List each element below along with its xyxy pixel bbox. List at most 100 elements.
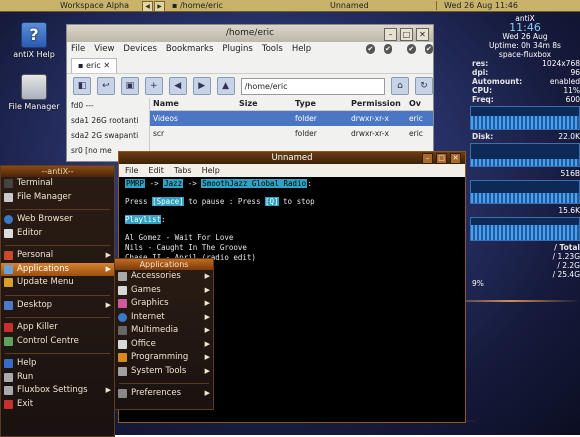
maximize-icon[interactable]: □ (436, 153, 447, 164)
menu-item-app-killer[interactable]: App Killer (1, 321, 114, 335)
menu-item-web-browser[interactable]: Web Browser (1, 213, 114, 227)
menu-item-editor[interactable]: Editor (1, 227, 114, 241)
up-icon[interactable]: ▲ (216, 77, 235, 95)
submenu-item-internet[interactable]: Internet ▶ (115, 311, 213, 325)
menu-item-update-menu[interactable]: Update Menu (1, 276, 114, 290)
terminal-output[interactable]: PMRP -> Jazz -> SmoothJazz Global Radio:… (119, 177, 465, 265)
check-icon[interactable]: ✔ (383, 44, 393, 54)
close-tab-icon[interactable]: ✕ (103, 61, 110, 70)
new-window-icon[interactable]: ▣ (120, 77, 139, 95)
window-title: /home/eric (225, 28, 275, 38)
folder-icon (4, 192, 13, 202)
clock: Wed 26 Aug 11:46 (444, 0, 518, 11)
path-input[interactable]: /home/eric (240, 77, 386, 95)
menu-plugins[interactable]: Plugins (222, 42, 252, 57)
column-permission[interactable]: Permission (351, 98, 409, 110)
tab-eric[interactable]: ▪ eric ✕ (71, 57, 118, 73)
killer-icon (4, 323, 13, 332)
desktop-icon-label: antiX Help (13, 50, 55, 59)
submenu-arrow-icon: ▶ (204, 353, 210, 361)
table-row[interactable]: scr folder drwxr-xr-x eric (150, 126, 433, 141)
percent-row: 9% (472, 279, 484, 288)
minimize-icon[interactable]: – (422, 153, 433, 164)
submenu-item-system-tools[interactable]: System Tools ▶ (115, 365, 213, 379)
menu-file[interactable]: File (125, 164, 138, 177)
menu-item-run[interactable]: Run (1, 371, 114, 385)
refresh-icon[interactable]: ↻ (415, 77, 433, 95)
menu-item-fluxbox-settings[interactable]: Fluxbox Settings ▶ (1, 384, 114, 398)
new-tab-icon[interactable]: + (144, 77, 163, 95)
close-icon[interactable]: ✕ (416, 28, 429, 41)
submenu-item-accessories[interactable]: Accessories ▶ (115, 270, 213, 284)
menu-item-exit[interactable]: Exit (1, 398, 114, 412)
window-controls: – □ ✕ (384, 28, 429, 41)
disk-row: Disk: 22.0K (472, 132, 580, 141)
task-terminal[interactable]: Unnamed (330, 0, 369, 11)
menu-devices[interactable]: Devices (123, 42, 157, 57)
submenu-arrow-icon: ▶ (105, 386, 111, 394)
submenu-item-graphics[interactable]: Graphics ▶ (115, 297, 213, 311)
menu-file[interactable]: File (71, 42, 85, 57)
prev-workspace-icon[interactable]: ◀ (142, 1, 153, 12)
minimize-icon[interactable]: – (384, 28, 397, 41)
window-manager: space-fluxbox (498, 50, 552, 59)
submenu-item-preferences[interactable]: Preferences ▶ (115, 387, 213, 401)
device-item[interactable]: sda2 2G swapanti (67, 128, 149, 143)
table-row[interactable]: Videos folder drwxr-xr-x eric (150, 111, 433, 126)
submenu-item-programming[interactable]: Programming ▶ (115, 351, 213, 365)
device-item[interactable]: fd0 --- (67, 98, 149, 113)
menu-item-personal[interactable]: Personal ▶ (1, 249, 114, 263)
submenu-item-games[interactable]: Games ▶ (115, 284, 213, 298)
office-icon (118, 339, 127, 349)
menu-view[interactable]: View (94, 42, 114, 57)
stat-row: Automount: enabled (472, 77, 580, 86)
menu-edit[interactable]: Edit (148, 164, 164, 177)
menu-item-file-manager[interactable]: File Manager (1, 191, 114, 205)
column-type[interactable]: Type (295, 98, 351, 110)
stat-row: dpi: 96 (472, 68, 580, 77)
desktop-icon-file-manager[interactable]: File Manager (6, 74, 62, 111)
menu-item-desktop[interactable]: Desktop ▶ (1, 299, 114, 313)
workspace-switcher: ◀ ▶ (142, 1, 165, 12)
window-titlebar[interactable]: Unnamed – □ ✕ (119, 152, 465, 164)
submenu-item-office[interactable]: Office ▶ (115, 338, 213, 352)
divider (5, 348, 110, 354)
time-label: 11:46 (494, 1, 518, 10)
submenu-item-multimedia[interactable]: Multimedia ▶ (115, 324, 213, 338)
menu-help[interactable]: Help (292, 42, 311, 57)
back-arrow-icon[interactable]: ◀ (168, 77, 187, 95)
menu-tabs[interactable]: Tabs (174, 164, 192, 177)
submenu-arrow-icon: ▶ (204, 285, 210, 294)
column-size[interactable]: Size (239, 98, 295, 110)
window-titlebar[interactable]: /home/eric – □ ✕ (67, 25, 433, 42)
games-icon (118, 285, 127, 295)
menu-item-control-centre[interactable]: Control Centre (1, 335, 114, 349)
multimedia-icon (118, 326, 127, 335)
total-row: / 1.23G (552, 252, 580, 261)
column-name[interactable]: Name (150, 98, 239, 110)
menu-item-applications[interactable]: Applications ▶ (1, 262, 114, 276)
divider (5, 204, 110, 210)
menu-help[interactable]: Help (202, 164, 220, 177)
menu-item-terminal[interactable]: Terminal (1, 177, 114, 191)
workspace-name[interactable]: Workspace Alpha (60, 0, 129, 11)
device-item[interactable]: sda1 26G rootanti (67, 113, 149, 128)
net-row: 516B (560, 169, 580, 178)
desktop-icon-label: File Manager (8, 102, 60, 111)
maximize-icon[interactable]: □ (400, 28, 413, 41)
check-icon[interactable]: ✔ (424, 44, 434, 54)
menu-tools[interactable]: Tools (262, 42, 283, 57)
forward-arrow-icon[interactable]: ▶ (192, 77, 211, 95)
task-file-manager[interactable]: ▪ /home/eric (172, 0, 223, 11)
file-manager-window: /home/eric – □ ✕ File View Devices Bookm… (66, 24, 434, 162)
back-icon[interactable]: ◧ (73, 77, 91, 95)
check-icon[interactable]: ✔ (407, 44, 416, 54)
undo-icon[interactable]: ↩ (96, 77, 115, 95)
menu-item-help[interactable]: Help (1, 357, 114, 371)
home-icon[interactable]: ⌂ (391, 77, 409, 95)
close-icon[interactable]: ✕ (450, 153, 461, 164)
column-owner[interactable]: Ov (409, 98, 429, 110)
desktop-icon-help[interactable]: ? antiX Help (6, 22, 62, 59)
check-icon[interactable]: ✔ (366, 44, 375, 54)
menu-bookmarks[interactable]: Bookmarks (166, 42, 214, 57)
